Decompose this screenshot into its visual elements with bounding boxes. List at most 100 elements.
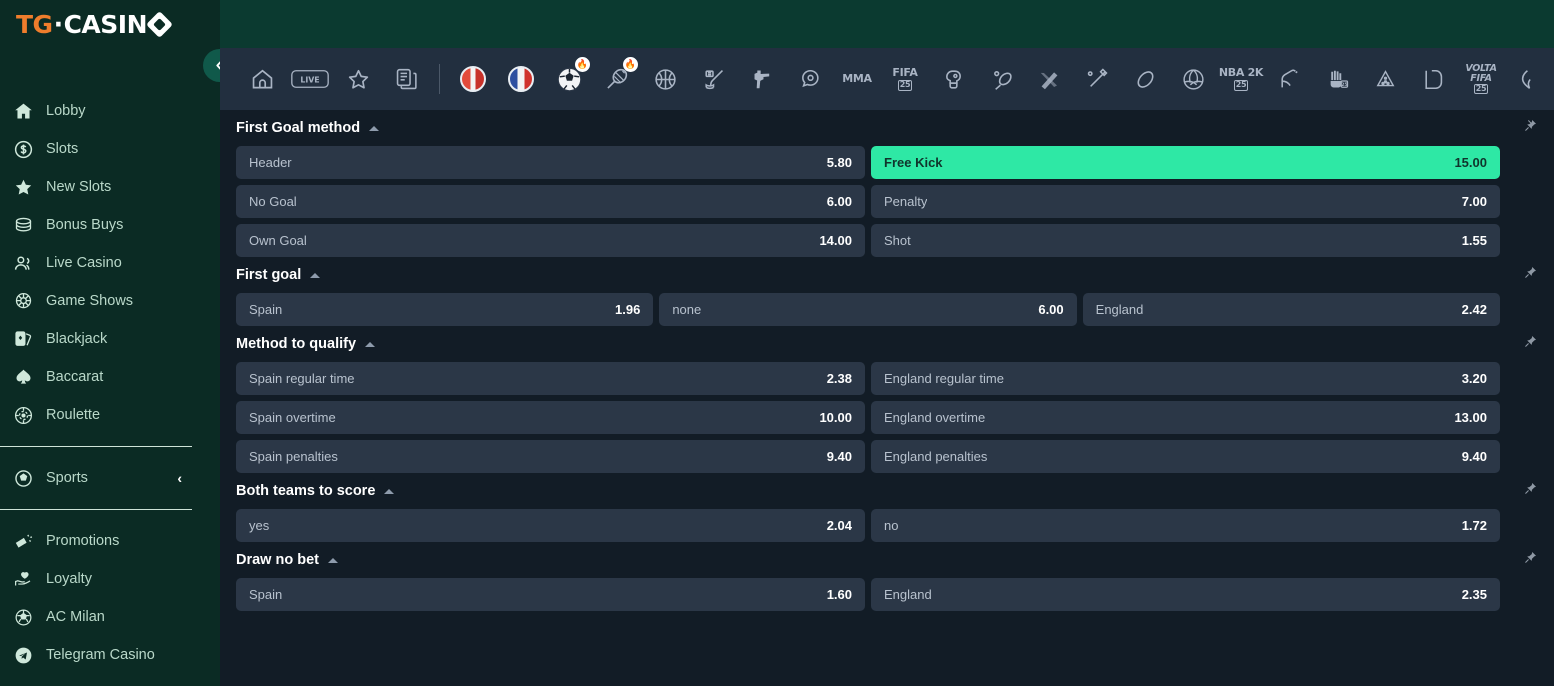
odd-button[interactable]: Header 5.80 xyxy=(236,146,865,179)
sportsbar-rugby-icon[interactable] xyxy=(1121,55,1169,103)
sidebar-item-baccarat[interactable]: Baccarat xyxy=(0,358,220,396)
sidebar-item-slots[interactable]: Slots xyxy=(0,130,220,168)
sportsbar-flag-ball-red-icon[interactable] xyxy=(449,55,497,103)
pin-icon[interactable] xyxy=(1523,334,1538,354)
sidebar-item-lobby[interactable]: Lobby xyxy=(0,92,220,130)
sportsbar-mma-icon[interactable]: MMA xyxy=(833,55,881,103)
odd-button[interactable]: none 6.00 xyxy=(659,293,1077,326)
odd-button[interactable]: England regular time 3.20 xyxy=(871,362,1500,395)
mma-label: MMA xyxy=(842,72,872,86)
sidebar-item-loyalty[interactable]: Loyalty xyxy=(0,560,220,598)
sidebar-item-roulette[interactable]: Roulette xyxy=(0,396,220,434)
sidebar-item-label: Blackjack xyxy=(46,331,108,347)
sidebar-item-blackjack[interactable]: Blackjack xyxy=(0,320,220,358)
chevron-up-icon[interactable] xyxy=(310,272,321,278)
market-header[interactable]: First Goal method xyxy=(236,110,1536,146)
sportsbar-partial-icon[interactable] xyxy=(1505,55,1553,103)
sidebar-item-ac-milan[interactable]: AC Milan xyxy=(0,598,220,636)
odd-button[interactable]: Spain overtime 10.00 xyxy=(236,401,865,434)
odd-button[interactable]: England overtime 13.00 xyxy=(871,401,1500,434)
sportsbar-basketball-icon[interactable] xyxy=(641,55,689,103)
odds-row: No Goal 6.00 Penalty 7.00 xyxy=(236,185,1500,218)
sportsbar-volta-fifa-icon[interactable]: VOLTA FIFA 25 xyxy=(1457,55,1505,103)
sportsbar-league-of-legends-icon[interactable] xyxy=(1409,55,1457,103)
sidebar-item-label: Live Casino xyxy=(46,255,122,271)
sidebar-item-game-shows[interactable]: Game Shows xyxy=(0,282,220,320)
sidebar-item-new-slots[interactable]: New Slots xyxy=(0,168,220,206)
telegram-icon xyxy=(8,644,38,666)
sportsbar-fifa25-icon[interactable]: FIFA 25 xyxy=(881,55,929,103)
odd-button[interactable]: Spain penalties 9.40 xyxy=(236,440,865,473)
odd-button[interactable]: Spain regular time 2.38 xyxy=(236,362,865,395)
sportsbar-home-icon[interactable] xyxy=(238,55,286,103)
odd-button[interactable]: no 1.72 xyxy=(871,509,1500,542)
hot-badge-icon: 🔥 xyxy=(623,57,638,72)
sportsbar-esports-csgo-icon[interactable] xyxy=(737,55,785,103)
odd-value: 1.55 xyxy=(1461,233,1487,248)
sportsbar-volleyball-icon[interactable] xyxy=(1169,55,1217,103)
sportsbar-boxing-glove-icon[interactable] xyxy=(929,55,977,103)
odd-value: 5.80 xyxy=(826,155,852,170)
market-header[interactable]: Draw no bet xyxy=(236,542,1536,578)
svg-text:25: 25 xyxy=(1341,81,1347,87)
sportsbar-ice-hockey-icon[interactable] xyxy=(689,55,737,103)
sportsbar-handball2k-icon[interactable]: 25 xyxy=(1313,55,1361,103)
chevron-up-icon[interactable] xyxy=(327,557,338,563)
market-header[interactable]: Both teams to score xyxy=(236,473,1536,509)
hot-badge-icon: 🔥 xyxy=(575,57,590,72)
odd-button[interactable]: Penalty 7.00 xyxy=(871,185,1500,218)
brand-logo[interactable]: TG · CASIN xyxy=(0,0,220,48)
sportsbar-billiards-icon[interactable] xyxy=(1361,55,1409,103)
sportsbar-dota-icon[interactable] xyxy=(785,55,833,103)
market-title: Method to qualify xyxy=(236,336,357,352)
odd-button[interactable]: Spain 1.60 xyxy=(236,578,865,611)
odd-name: no xyxy=(884,518,899,533)
odd-button[interactable]: England 2.35 xyxy=(871,578,1500,611)
odd-value: 10.00 xyxy=(819,410,852,425)
odd-name: Spain penalties xyxy=(249,449,338,464)
odd-button[interactable]: yes 2.04 xyxy=(236,509,865,542)
sportsbar-badminton-hot-icon[interactable]: 🔥 xyxy=(593,55,641,103)
sidebar-item-promotions[interactable]: Promotions xyxy=(0,522,220,560)
market-header[interactable]: Method to qualify xyxy=(236,326,1536,362)
odd-button[interactable]: No Goal 6.00 xyxy=(236,185,865,218)
odd-name: yes xyxy=(249,518,270,533)
odd-button[interactable]: Own Goal 14.00 xyxy=(236,224,865,257)
sportsbar-cricket-icon[interactable] xyxy=(1073,55,1121,103)
chevron-up-icon[interactable] xyxy=(369,125,380,131)
sportsbar-ski-icon[interactable] xyxy=(1025,55,1073,103)
odd-name: Spain overtime xyxy=(249,410,336,425)
sportsbar-flag-ball-blue-icon[interactable] xyxy=(497,55,545,103)
sidebar-item-bonus-buys[interactable]: Bonus Buys xyxy=(0,206,220,244)
sports-category-bar[interactable]: LIVE 🔥 🔥 MMA FIFA 25 NBA 2K 25 25 VOLTA … xyxy=(220,48,1554,110)
sidebar-item-live-casino[interactable]: Live Casino xyxy=(0,244,220,282)
sidebar-item-telegram-casino[interactable]: Telegram Casino xyxy=(0,636,220,674)
odd-button[interactable]: Spain 1.96 xyxy=(236,293,654,326)
chevron-up-icon[interactable] xyxy=(365,341,376,347)
sportsbar-betslip-icon[interactable] xyxy=(382,55,430,103)
pin-icon[interactable] xyxy=(1523,550,1538,570)
chevron-up-icon[interactable] xyxy=(384,488,395,494)
sportsbar-favorites-star-icon[interactable] xyxy=(334,55,382,103)
odd-name: Own Goal xyxy=(249,233,307,248)
pin-icon[interactable] xyxy=(1523,118,1538,138)
odd-button[interactable]: Shot 1.55 xyxy=(871,224,1500,257)
odd-button[interactable]: England 2.42 xyxy=(1082,293,1500,326)
sidebar-item-sports[interactable]: Sports ‹ xyxy=(0,459,220,497)
market-header[interactable]: First goal xyxy=(236,257,1536,293)
chevron-left-icon[interactable]: ‹ xyxy=(177,471,182,485)
sidebar-item-label: AC Milan xyxy=(46,609,105,625)
pin-icon[interactable] xyxy=(1523,265,1538,285)
people-icon xyxy=(8,252,38,274)
odd-button[interactable]: England penalties 9.40 xyxy=(871,440,1500,473)
sportsbar-separator xyxy=(439,64,440,94)
sportsbar-table-tennis-icon[interactable] xyxy=(977,55,1025,103)
sportsbar-horse-racing-icon[interactable] xyxy=(1265,55,1313,103)
sportsbar-live-icon[interactable]: LIVE xyxy=(286,55,334,103)
sidebar-item-label: Baccarat xyxy=(46,369,104,385)
sportsbar-soccer-hot-icon[interactable]: 🔥 xyxy=(545,55,593,103)
sportsbar-nba2k-icon[interactable]: NBA 2K 25 xyxy=(1217,55,1265,103)
pin-icon[interactable] xyxy=(1523,481,1538,501)
sidebar: TG · CASIN Lobby Slots New Slots Bonus B… xyxy=(0,0,220,686)
odd-button-selected[interactable]: Free Kick 15.00 xyxy=(871,146,1500,179)
